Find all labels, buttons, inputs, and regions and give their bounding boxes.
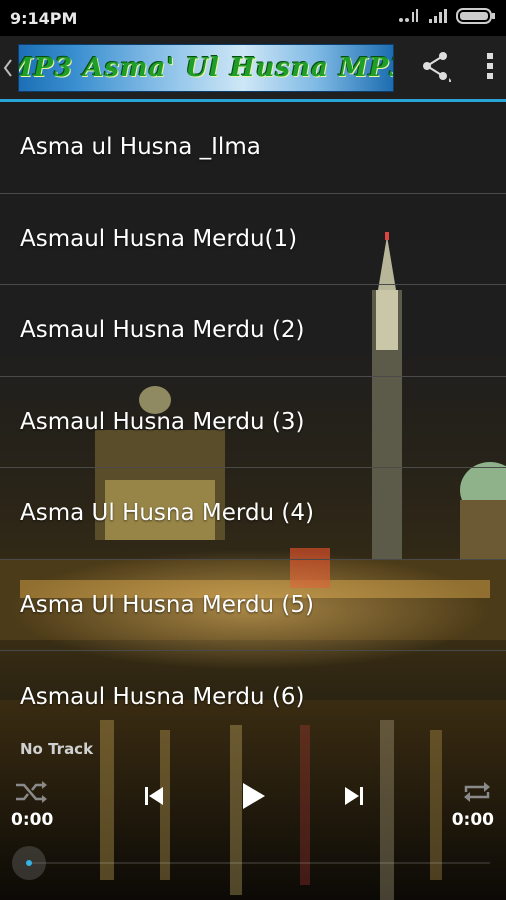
list-item-label: Asmaul Husna Merdu (6) — [20, 683, 305, 710]
list-item[interactable]: Asmaul Husna Merdu (3) — [0, 377, 506, 468]
status-time: 9:14PM — [10, 8, 78, 28]
share-button[interactable] — [410, 36, 460, 99]
elapsed-time: 0:00 — [11, 810, 54, 830]
play-icon — [238, 783, 268, 816]
total-time: 0:00 — [451, 810, 494, 830]
list-item-label: Asma ul Husna _Ilma — [20, 134, 261, 161]
cell-signal-icon — [428, 8, 448, 28]
banner-title: MP3 Asma' Ul Husna MP3 — [18, 52, 394, 83]
list-item-label: Asmaul Husna Merdu (3) — [20, 408, 305, 435]
list-item[interactable]: Asmaul Husna Merdu (2) — [0, 285, 506, 377]
app-banner[interactable]: MP3 Asma' Ul Husna MP3 — [18, 43, 394, 92]
overflow-menu-button[interactable] — [474, 36, 506, 99]
list-item-label: Asma Ul Husna Merdu (5) — [20, 591, 315, 618]
seek-track[interactable] — [30, 862, 490, 864]
shuffle-icon — [14, 781, 48, 810]
seek-bar[interactable] — [12, 846, 496, 880]
list-item-label: Asmaul Husna Merdu(1) — [20, 225, 298, 252]
list-item[interactable]: Asma Ul Husna Merdu (5) — [0, 560, 506, 651]
status-icons — [398, 7, 496, 29]
repeat-icon — [460, 782, 494, 810]
shuffle-button[interactable] — [14, 778, 48, 806]
next-button[interactable] — [340, 782, 368, 810]
seek-thumb[interactable] — [12, 846, 46, 880]
skip-next-icon — [340, 787, 368, 814]
overflow-menu-icon — [486, 52, 494, 84]
now-playing-label: No Track — [20, 740, 94, 758]
previous-button[interactable] — [140, 782, 168, 810]
list-item-label: Asmaul Husna Merdu (2) — [20, 317, 305, 344]
skip-previous-icon — [140, 787, 168, 814]
battery-icon — [456, 7, 496, 29]
track-list: Asma ul Husna _Ilma Asmaul Husna Merdu(1… — [0, 102, 506, 743]
media-player: No Track 0:00 0:00 — [0, 736, 506, 900]
list-item-label: Asma Ul Husna Merdu (4) — [20, 500, 315, 527]
action-bar: MP3 Asma' Ul Husna MP3 — [0, 36, 506, 102]
signal-bars-icon — [398, 8, 420, 28]
share-icon — [419, 50, 453, 86]
back-chevron-icon[interactable] — [0, 35, 16, 101]
repeat-button[interactable] — [460, 778, 494, 806]
list-item[interactable]: Asmaul Husna Merdu(1) — [0, 194, 506, 285]
list-item[interactable]: Asma ul Husna _Ilma — [0, 102, 506, 194]
list-item[interactable]: Asma Ul Husna Merdu (4) — [0, 468, 506, 560]
status-bar: 9:14PM — [0, 0, 506, 36]
play-button[interactable] — [238, 780, 268, 812]
list-item[interactable]: Asmaul Husna Merdu (6) — [0, 651, 506, 743]
